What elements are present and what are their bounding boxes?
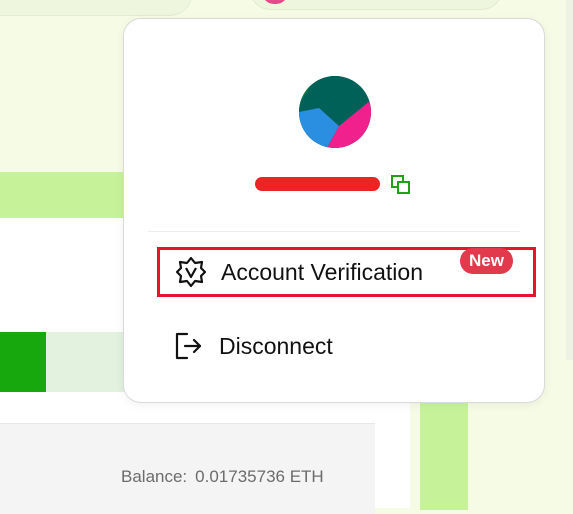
scrollbar[interactable] [566,0,573,360]
disconnect-label: Disconnect [219,332,333,359]
divider [148,231,520,232]
copy-icon[interactable] [390,174,412,196]
balance-value: 0.01735736 ETH [195,467,324,486]
account-verification-button[interactable]: Account Verification New [157,247,536,297]
disconnect-button[interactable]: Disconnect [158,323,536,369]
verified-badge-icon [173,254,209,290]
new-badge: New [460,248,513,274]
background-pill [0,0,192,16]
address-row [124,174,544,198]
logout-icon [171,328,207,364]
background-bar [420,400,468,510]
progress-bar-fill [0,332,46,392]
account-button[interactable] [250,0,502,10]
balance-text: Balance: 0.01735736 ETH [121,467,324,487]
account-verification-label: Account Verification [221,258,424,285]
avatar [299,76,371,148]
account-popover: Account Verification New Disconnect [123,18,545,403]
balance-label: Balance: [121,467,188,486]
wallet-address-redacted [255,177,380,191]
background-stripe [0,172,140,218]
